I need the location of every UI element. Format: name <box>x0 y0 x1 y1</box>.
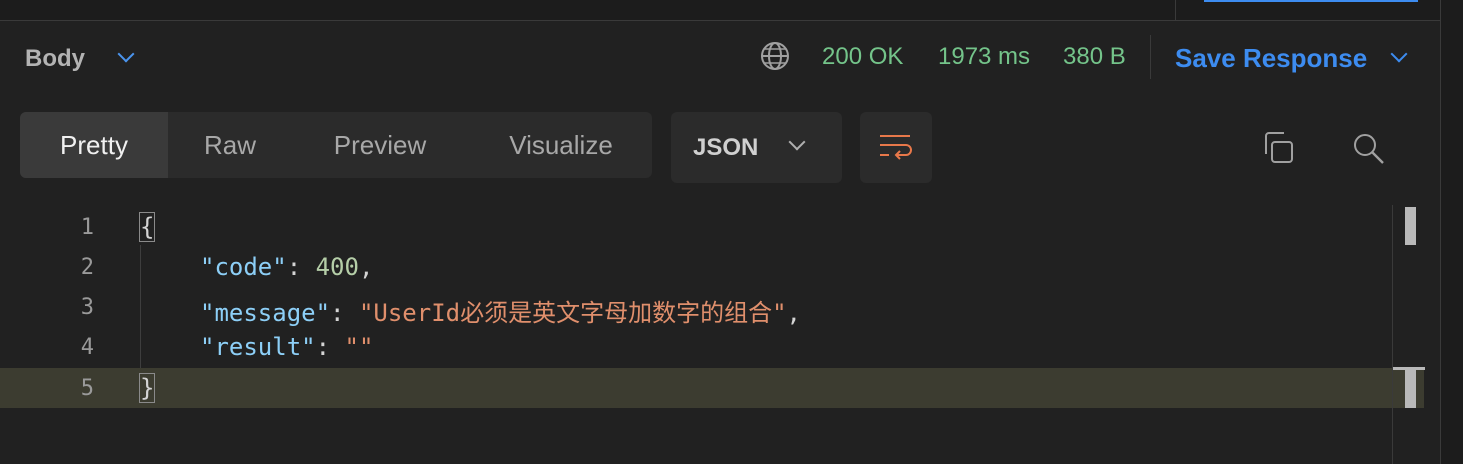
response-time[interactable]: 1973 ms <box>938 43 1030 71</box>
code-line: 1 { <box>0 207 1424 247</box>
chevron-down-icon[interactable] <box>117 45 135 63</box>
code-text: "result": "" <box>200 333 374 361</box>
view-mode-tabs: Pretty Raw Preview Visualize <box>20 112 652 178</box>
format-label: JSON <box>693 134 759 161</box>
line-number: 3 <box>80 295 94 320</box>
json-string: "" <box>344 333 374 361</box>
copy-icon[interactable] <box>1262 130 1296 166</box>
code-line: 4 "result": "" <box>0 327 1424 367</box>
line-number: 2 <box>80 255 94 280</box>
wrap-lines-icon <box>880 135 912 160</box>
json-key: "code" <box>200 253 287 281</box>
open-brace: { <box>138 212 156 242</box>
json-key: "result" <box>200 333 316 361</box>
code-text: { <box>138 212 156 242</box>
scrollbar-thumb[interactable] <box>1405 207 1416 245</box>
tab-preview[interactable]: Preview <box>310 112 450 178</box>
right-side-rail <box>1440 0 1463 464</box>
line-number: 4 <box>80 335 94 360</box>
code-text: "message": "UserId必须是英文字母加数字的组合", <box>200 299 801 327</box>
chevron-down-icon <box>788 133 806 151</box>
tab-pretty[interactable]: Pretty <box>20 112 168 178</box>
status-code[interactable]: 200 OK <box>822 43 903 71</box>
header-divider <box>1150 35 1151 79</box>
top-tab-strip <box>0 0 1440 21</box>
response-size[interactable]: 380 B <box>1063 43 1126 71</box>
code-line: 2 "code": 400, <box>0 247 1424 287</box>
code-line-current: 5 } <box>0 368 1424 408</box>
body-label[interactable]: Body <box>25 45 85 73</box>
active-tab-indicator <box>1204 0 1418 2</box>
tab-separator <box>1175 0 1176 20</box>
response-header: Body 200 OK 1973 ms 380 B Save Response <box>0 21 1440 95</box>
chevron-down-icon[interactable] <box>1390 45 1408 63</box>
tab-visualize[interactable]: Visualize <box>490 112 632 178</box>
code-line: 3 "message": "UserId必须是英文字母加数字的组合", <box>0 287 1424 327</box>
save-response-button[interactable]: Save Response <box>1175 43 1367 74</box>
json-key: "message" <box>200 299 331 327</box>
code-text: } <box>138 373 156 403</box>
vertical-scrollbar[interactable] <box>1392 205 1425 464</box>
response-body-editor[interactable]: 1 { 2 "code": 400, 3 "message": "UserId必… <box>0 205 1440 464</box>
globe-icon[interactable] <box>760 41 790 71</box>
line-number: 5 <box>80 376 94 401</box>
code-text: "code": 400, <box>200 253 374 281</box>
json-number: 400 <box>315 253 359 281</box>
line-number: 1 <box>80 215 94 240</box>
json-string: "UserId必须是英文字母加数字的组合" <box>358 299 787 327</box>
search-icon[interactable] <box>1352 132 1386 166</box>
close-brace: } <box>138 373 156 403</box>
scrollbar-position-marker <box>1405 368 1416 408</box>
response-toolbar: Pretty Raw Preview Visualize JSON <box>0 112 1440 184</box>
tab-raw[interactable]: Raw <box>168 112 292 178</box>
format-select[interactable]: JSON <box>671 112 842 183</box>
wrap-lines-button[interactable] <box>860 112 932 183</box>
